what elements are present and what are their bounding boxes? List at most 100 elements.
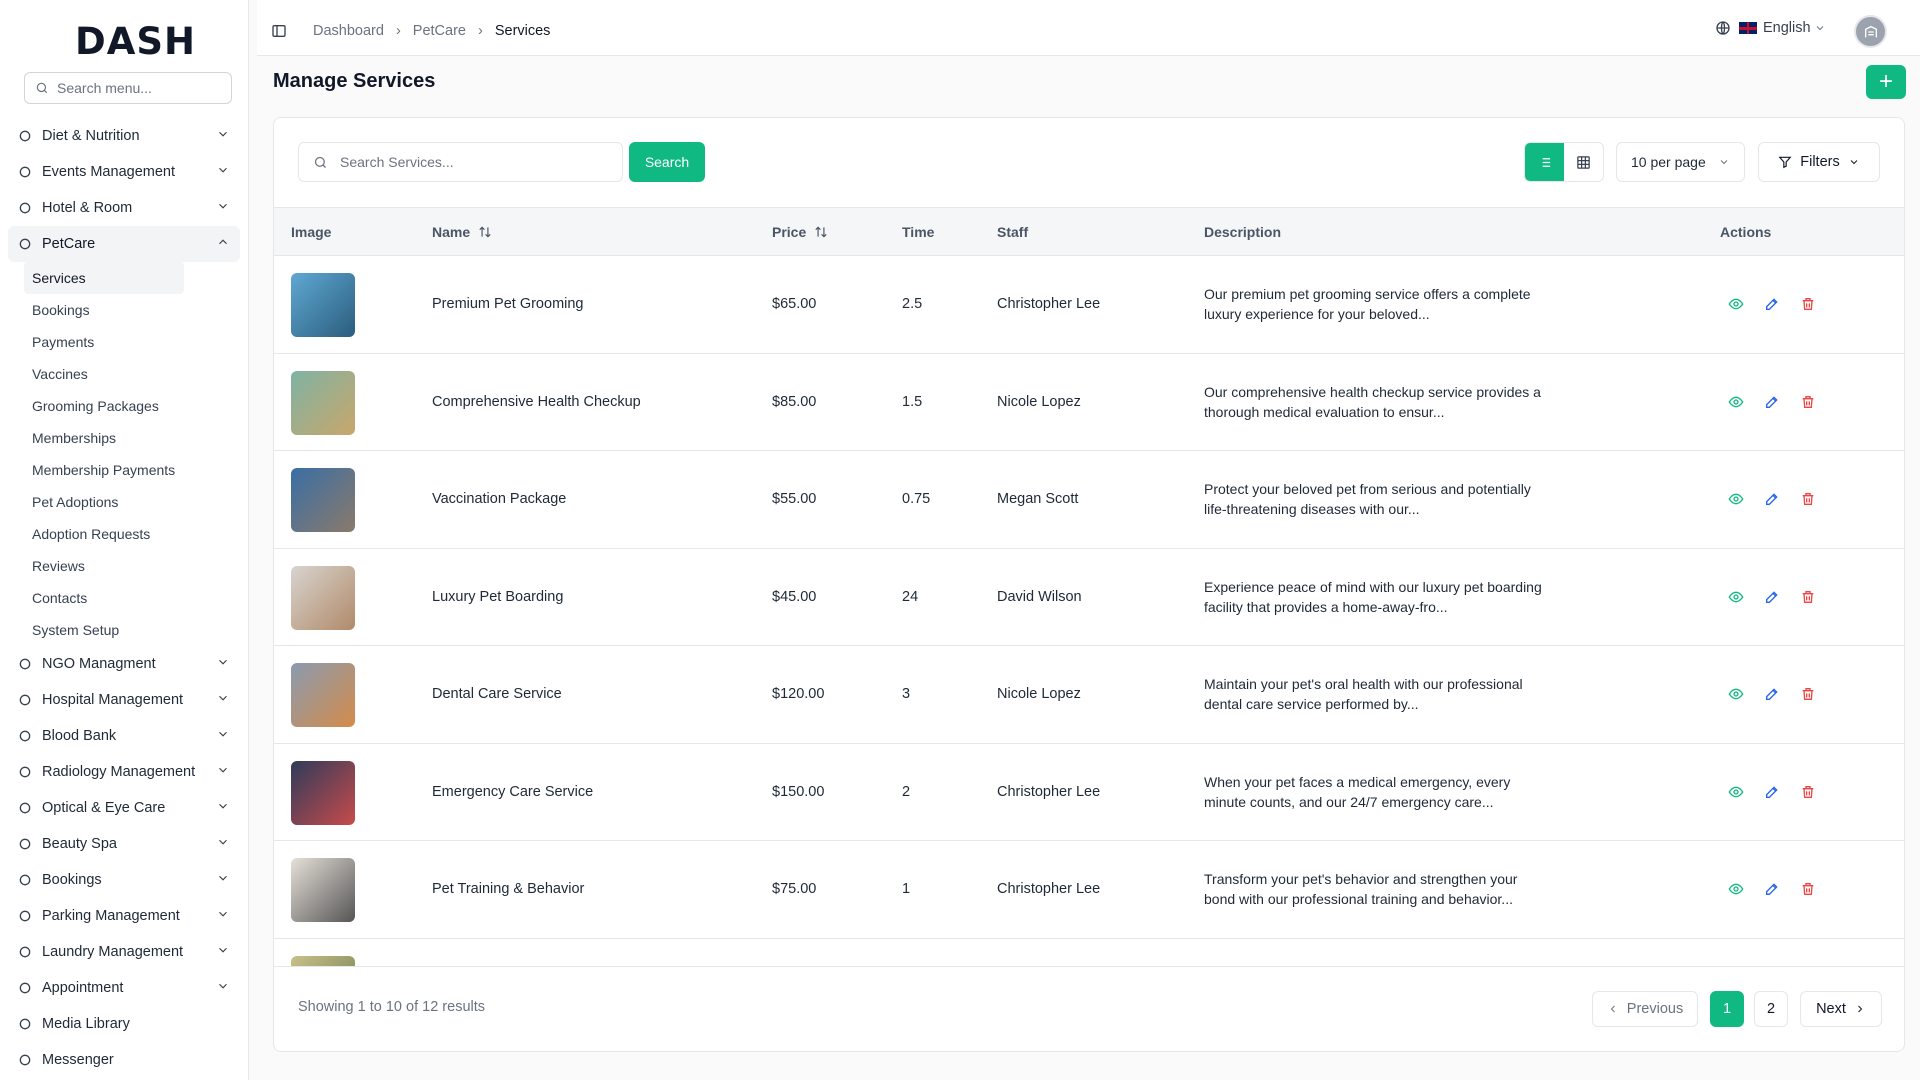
petcare-submenu-item[interactable]: Vaccines: [24, 358, 184, 390]
sidebar-item-optical-eye-care[interactable]: Optical & Eye Care: [8, 790, 240, 826]
service-price: $45.00: [772, 588, 817, 605]
list-view-button[interactable]: [1525, 143, 1564, 181]
chevron-down-icon: [216, 835, 230, 853]
sidebar-item-messenger[interactable]: Messenger: [8, 1042, 240, 1078]
sidebar-item-appointment[interactable]: Appointment: [8, 970, 240, 1006]
view-eye-icon[interactable]: [1727, 685, 1745, 703]
radiology-icon: [16, 763, 34, 781]
sidebar-search-input[interactable]: Search menu...: [24, 72, 232, 104]
services-search-input[interactable]: Search Services...: [298, 142, 623, 182]
delete-trash-icon[interactable]: [1799, 685, 1817, 703]
petcare-submenu-item[interactable]: Adoption Requests: [24, 518, 184, 550]
chevron-right-icon: [1858, 1005, 1863, 1013]
delete-trash-icon[interactable]: [1799, 588, 1817, 606]
col-name[interactable]: Name: [432, 224, 492, 240]
service-description-text: Experience peace of mind with our luxury…: [1204, 578, 1542, 615]
breadcrumb-dashboard[interactable]: Dashboard: [313, 23, 384, 39]
breadcrumb-petcare[interactable]: PetCare: [413, 23, 466, 39]
sidebar-item-laundry-management[interactable]: Laundry Management: [8, 934, 240, 970]
grid-icon: [16, 907, 34, 925]
delete-trash-icon[interactable]: [1799, 490, 1817, 508]
language-selector[interactable]: English: [1715, 20, 1826, 36]
page-1-button[interactable]: 1: [1710, 991, 1744, 1027]
view-eye-icon[interactable]: [1727, 588, 1745, 606]
view-eye-icon[interactable]: [1727, 880, 1745, 898]
petcare-submenu: Services Bookings Payments Vaccines Grooming…: [24, 262, 240, 646]
chevron-down-icon: [216, 655, 230, 673]
service-name: Dental Care Service: [432, 686, 562, 702]
sidebar-item-events-management[interactable]: Events Management: [8, 154, 240, 190]
service-name: Emergency Care Service: [432, 783, 594, 800]
petcare-submenu-item[interactable]: Grooming Packages: [24, 390, 184, 422]
sidebar-item-beauty-spa[interactable]: Beauty Spa: [8, 826, 240, 862]
service-description: Our premium pet grooming service offers …: [1204, 284, 1544, 324]
edit-pencil-icon[interactable]: [1763, 295, 1781, 313]
sidebar: DASH Search menu... Diet & Nutrition Even…: [0, 0, 249, 1080]
col-description: Description: [1204, 224, 1282, 240]
sidebar-item-hospital-management[interactable]: Hospital Management: [8, 682, 240, 718]
sidebar-item-radiology-management[interactable]: Radiology Management: [8, 754, 240, 790]
view-eye-icon[interactable]: [1727, 783, 1745, 801]
petcare-submenu-item[interactable]: System Setup: [24, 614, 184, 646]
delete-trash-icon[interactable]: [1799, 393, 1817, 411]
edit-pencil-icon[interactable]: [1763, 393, 1781, 411]
service-time: 1: [902, 881, 911, 897]
service-thumbnail: [291, 760, 355, 825]
delete-trash-icon[interactable]: [1799, 880, 1817, 898]
globe-icon: [1716, 21, 1730, 35]
petcare-submenu-item[interactable]: Bookings: [24, 294, 184, 326]
service-thumbnail: [291, 955, 355, 966]
filters-label: Filters: [1800, 154, 1840, 170]
col-price[interactable]: Price: [772, 224, 828, 240]
sidebar-item-diet-nutrition[interactable]: Diet & Nutrition: [8, 118, 240, 154]
sidebar-item-hotel-room[interactable]: Hotel & Room: [8, 190, 240, 226]
delete-trash-icon[interactable]: [1799, 783, 1817, 801]
view-eye-icon[interactable]: [1727, 490, 1745, 508]
sidebar-item-petcare[interactable]: PetCare: [8, 226, 240, 262]
petcare-submenu-item[interactable]: Membership Payments: [24, 454, 184, 486]
list-icon: [1539, 157, 1551, 167]
view-eye-icon[interactable]: [1727, 393, 1745, 411]
page-2-button[interactable]: 2: [1754, 991, 1788, 1027]
next-page-button[interactable]: Next: [1800, 991, 1882, 1027]
service-time: 0.75: [902, 491, 931, 507]
per-page-select[interactable]: 10 per page: [1616, 142, 1745, 182]
search-button[interactable]: Search: [629, 142, 705, 182]
edit-pencil-icon[interactable]: [1763, 588, 1781, 606]
service-time: 3: [902, 686, 911, 702]
service-thumbnail: [291, 370, 355, 435]
sidebar-item-ngo-managment[interactable]: NGO Managment: [8, 646, 240, 682]
view-eye-icon[interactable]: [1727, 295, 1745, 313]
petcare-submenu-item[interactable]: Memberships: [24, 422, 184, 454]
petcare-submenu-item[interactable]: Contacts: [24, 582, 184, 614]
chevron-down-icon: [216, 127, 230, 145]
filters-button[interactable]: Filters: [1758, 142, 1880, 182]
sidebar-toggle-icon[interactable]: [271, 23, 287, 39]
sort-icon: [815, 226, 827, 238]
service-description-text: Transform your pet's behavior and streng…: [1204, 871, 1518, 907]
sidebar-item-media-library[interactable]: Media Library: [8, 1006, 240, 1042]
add-service-button[interactable]: +: [1866, 65, 1906, 99]
delete-trash-icon[interactable]: [1799, 295, 1817, 313]
list-icon: [16, 871, 34, 889]
sidebar-item-parking-management[interactable]: Parking Management: [8, 898, 240, 934]
petcare-submenu-item[interactable]: Services: [24, 262, 184, 294]
edit-pencil-icon[interactable]: [1763, 880, 1781, 898]
service-name: Vaccination Package: [432, 491, 567, 507]
previous-page-button[interactable]: Previous: [1592, 991, 1698, 1027]
row-actions: [1727, 783, 1817, 801]
services-search-placeholder: Search Services...: [340, 154, 454, 170]
sidebar-item-bookings[interactable]: Bookings: [8, 862, 240, 898]
petcare-submenu-item[interactable]: Payments: [24, 326, 184, 358]
chevron-down-icon: [216, 691, 230, 709]
edit-pencil-icon[interactable]: [1763, 490, 1781, 508]
edit-pencil-icon[interactable]: [1763, 685, 1781, 703]
user-avatar[interactable]: [1854, 15, 1887, 48]
grid-view-button[interactable]: [1564, 143, 1603, 181]
sidebar-item-blood-bank[interactable]: Blood Bank: [8, 718, 240, 754]
edit-pencil-icon[interactable]: [1763, 783, 1781, 801]
petcare-submenu-item[interactable]: Reviews: [24, 550, 184, 582]
topbar: Dashboard › PetCare › Services English: [257, 0, 1920, 56]
service-description-text: Protect your beloved pet from serious an…: [1204, 481, 1531, 517]
petcare-submenu-item[interactable]: Pet Adoptions: [24, 486, 184, 518]
